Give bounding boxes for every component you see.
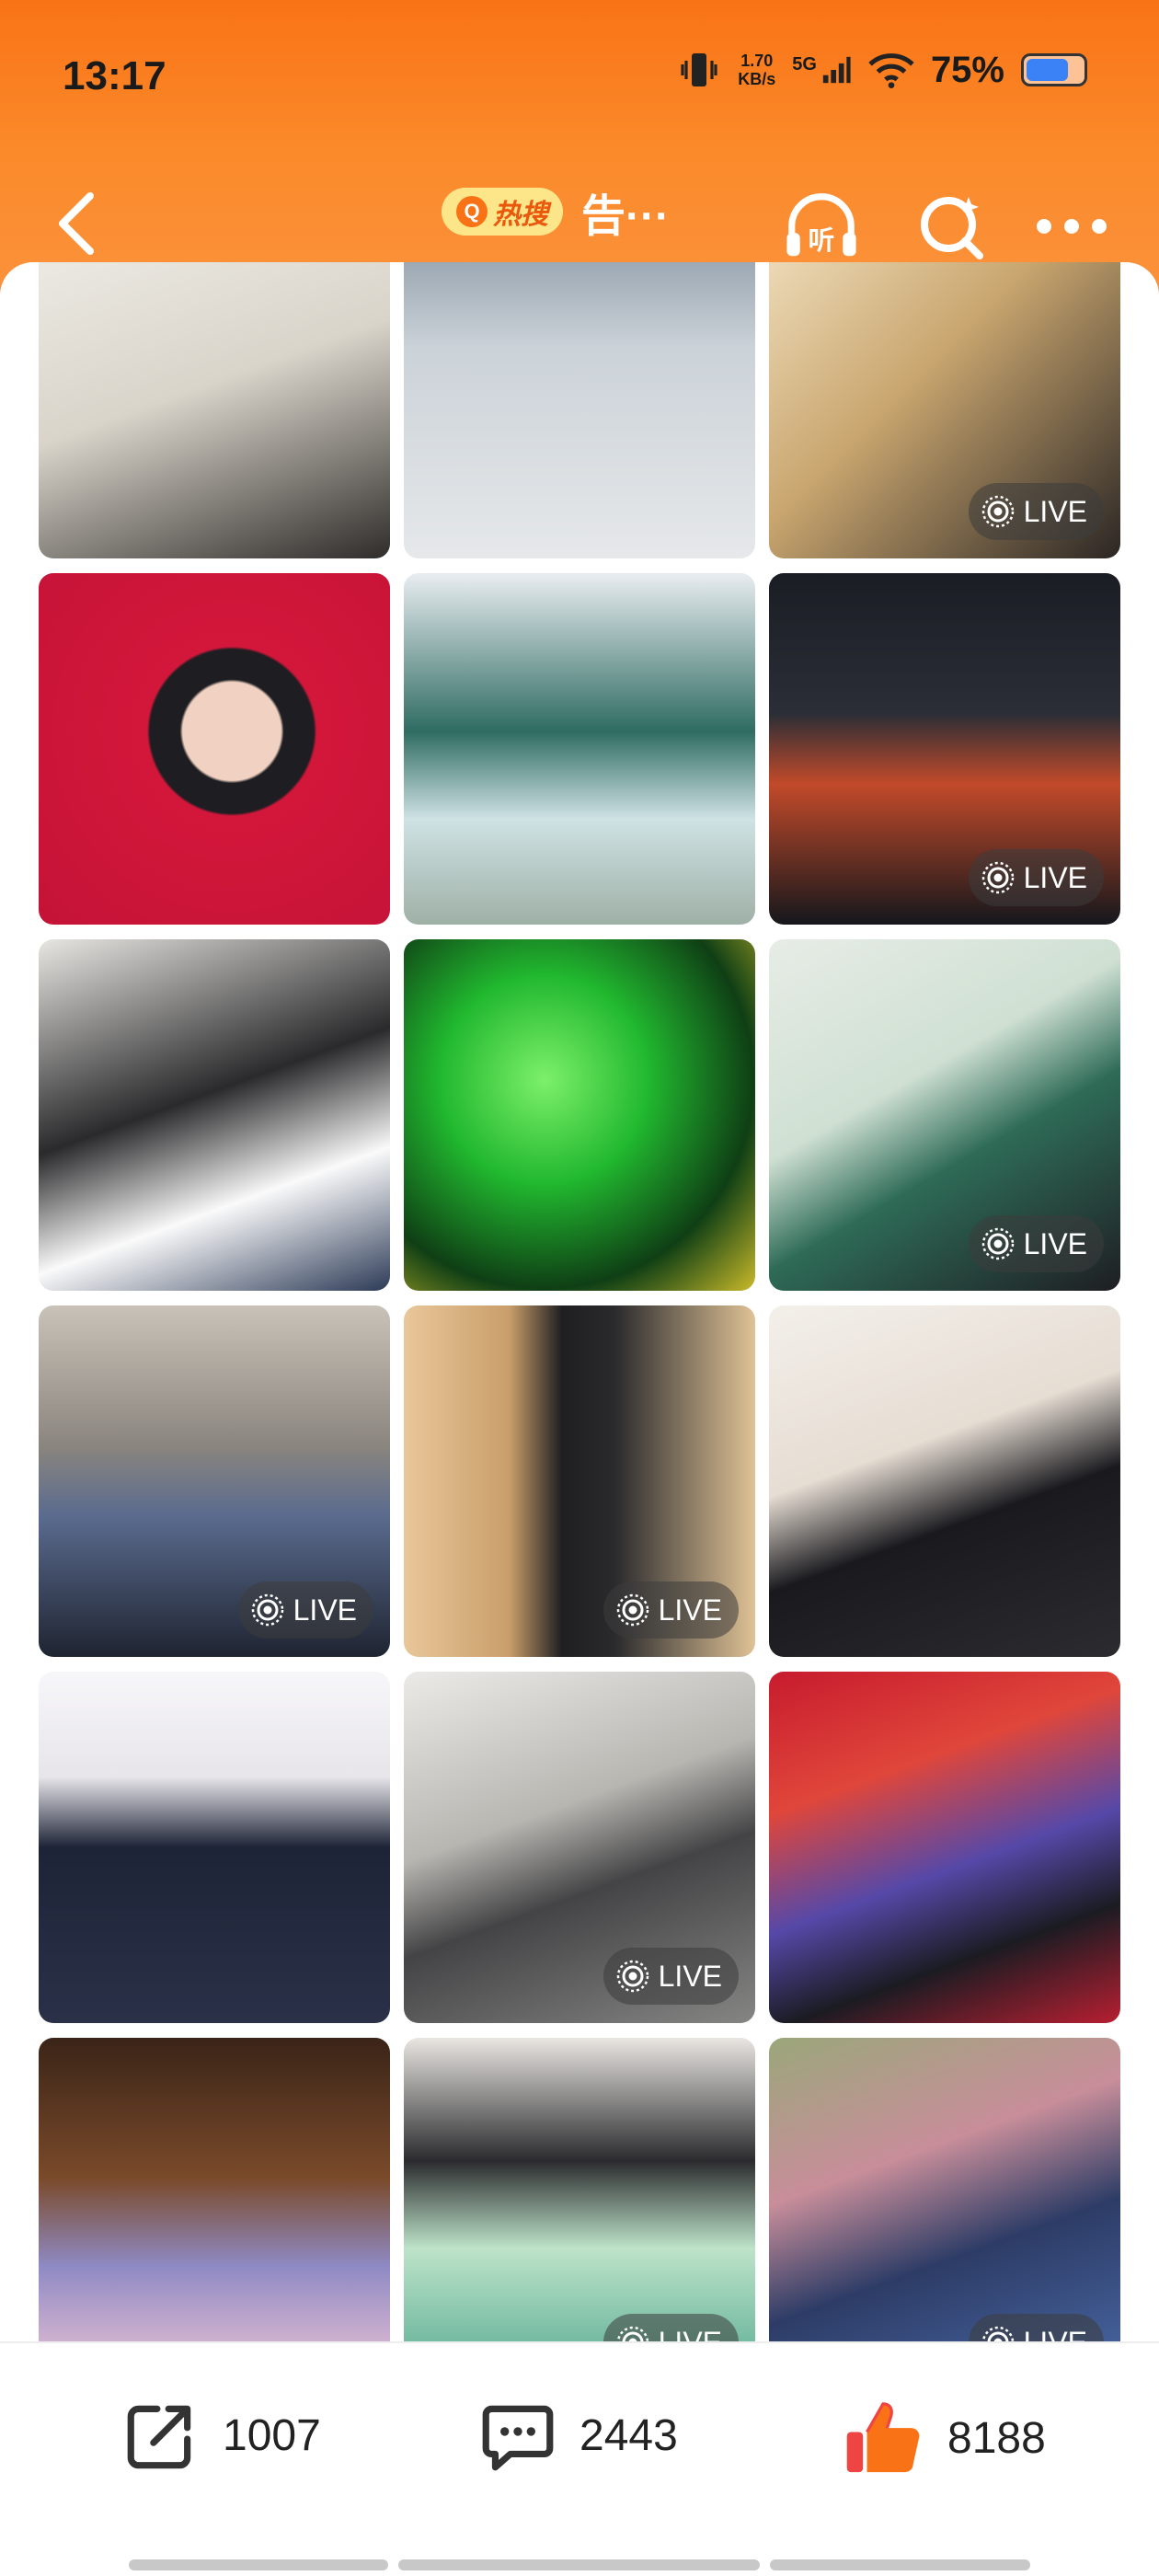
photo-tile[interactable]: LIVE bbox=[39, 1305, 390, 1657]
photo-tile[interactable] bbox=[404, 573, 755, 925]
home-indicator-right bbox=[770, 2559, 1030, 2570]
live-label: LIVE bbox=[293, 1593, 357, 1627]
search-button[interactable] bbox=[911, 185, 993, 268]
photo-tile[interactable] bbox=[404, 262, 755, 558]
network-type: 5G bbox=[792, 54, 817, 75]
signal-group: 5G bbox=[792, 54, 852, 86]
photo-tile[interactable]: LIVE bbox=[769, 939, 1120, 1291]
vibrate-icon bbox=[681, 53, 717, 86]
net-speed-value: 1.70 bbox=[740, 52, 774, 70]
live-photo-badge: LIVE bbox=[602, 1948, 739, 2005]
share-count: 1007 bbox=[223, 2410, 321, 2460]
photo-tile[interactable]: LIVE bbox=[404, 1305, 755, 1657]
live-label: LIVE bbox=[659, 2326, 722, 2342]
share-icon bbox=[127, 2405, 191, 2469]
hot-search-label: 热搜 bbox=[493, 200, 548, 230]
live-photo-icon bbox=[981, 1227, 1014, 1260]
photo-tile[interactable] bbox=[39, 573, 390, 925]
nav-title[interactable]: Q 热搜 告··· bbox=[442, 179, 670, 244]
photo-tile[interactable] bbox=[39, 262, 390, 558]
thumbs-up-icon bbox=[846, 2402, 920, 2473]
live-photo-icon bbox=[616, 1960, 648, 1993]
live-label: LIVE bbox=[1023, 494, 1087, 528]
bottom-action-bar: 1007 2443 8188 bbox=[0, 2341, 1159, 2576]
battery-fill bbox=[1027, 59, 1068, 81]
live-photo-icon bbox=[981, 495, 1014, 528]
live-label: LIVE bbox=[1024, 2326, 1087, 2342]
wifi-icon bbox=[868, 53, 914, 88]
photo-tile[interactable]: LIVE bbox=[769, 2038, 1120, 2341]
live-photo-badge: LIVE bbox=[968, 849, 1104, 906]
live-label: LIVE bbox=[658, 1593, 722, 1627]
more-icon bbox=[1037, 219, 1107, 234]
photo-tile[interactable]: LIVE bbox=[404, 1672, 755, 2023]
live-photo-icon bbox=[981, 2326, 1014, 2341]
live-photo-badge: LIVE bbox=[968, 2314, 1104, 2342]
comment-icon bbox=[482, 2405, 554, 2471]
svg-text:听: 听 bbox=[809, 224, 835, 256]
live-photo-icon bbox=[616, 2326, 648, 2341]
chevron-left-icon bbox=[59, 192, 94, 255]
comment-button[interactable]: 2443 bbox=[476, 2394, 678, 2477]
like-count: 8188 bbox=[947, 2413, 1046, 2463]
hot-search-badge[interactable]: Q 热搜 bbox=[442, 188, 563, 236]
headphones-icon: 听 bbox=[786, 193, 856, 257]
net-speed-unit: KB/s bbox=[738, 70, 776, 88]
live-photo-icon bbox=[981, 861, 1014, 894]
photo-tile[interactable]: LIVE bbox=[769, 262, 1120, 558]
more-button[interactable] bbox=[1030, 185, 1113, 268]
image-grid-container: LIVE LIVE LIVE LIVE LIVE LIVE LIVE LIVE bbox=[0, 262, 1159, 2341]
home-indicator-left bbox=[129, 2559, 388, 2570]
signal-icon bbox=[822, 56, 851, 84]
live-label: LIVE bbox=[1023, 1226, 1087, 1260]
like-button[interactable]: 8188 bbox=[839, 2394, 1046, 2482]
photo-tile[interactable]: LIVE bbox=[404, 2038, 755, 2341]
photo-tile[interactable] bbox=[39, 2038, 390, 2341]
search-sparkle-icon bbox=[921, 197, 983, 259]
live-label: LIVE bbox=[1023, 860, 1087, 894]
search-icon: Q bbox=[456, 196, 488, 227]
page-title: 告··· bbox=[581, 192, 670, 241]
battery-icon bbox=[1021, 53, 1087, 86]
photo-tile[interactable] bbox=[404, 939, 755, 1291]
live-photo-badge: LIVE bbox=[237, 1581, 373, 1639]
status-time: 13:17 bbox=[63, 53, 166, 98]
photo-tile[interactable] bbox=[39, 1672, 390, 2023]
photo-tile[interactable] bbox=[769, 1305, 1120, 1657]
live-photo-badge: LIVE bbox=[602, 1581, 739, 1639]
photo-tile[interactable] bbox=[39, 939, 390, 1291]
comment-count: 2443 bbox=[580, 2410, 678, 2460]
listen-button[interactable]: 听 bbox=[780, 185, 863, 268]
live-photo-badge: LIVE bbox=[968, 1215, 1104, 1272]
photo-tile[interactable]: LIVE bbox=[769, 573, 1120, 925]
status-icons: 1.70 KB/s 5G 75% bbox=[677, 48, 1087, 92]
photo-tile[interactable] bbox=[769, 1672, 1120, 2023]
live-label: LIVE bbox=[658, 1959, 722, 1993]
home-indicator-center bbox=[398, 2559, 760, 2570]
live-photo-badge: LIVE bbox=[968, 483, 1104, 540]
battery-percent: 75% bbox=[930, 49, 1004, 90]
back-button[interactable] bbox=[39, 187, 112, 260]
live-photo-icon bbox=[616, 1593, 648, 1627]
share-button[interactable]: 1007 bbox=[120, 2394, 321, 2477]
net-speed: 1.70 KB/s bbox=[738, 52, 775, 88]
live-photo-badge: LIVE bbox=[602, 2314, 739, 2342]
status-bar: 13:17 1.70 KB/s 5G 75% bbox=[0, 0, 1159, 152]
live-photo-icon bbox=[251, 1593, 283, 1627]
